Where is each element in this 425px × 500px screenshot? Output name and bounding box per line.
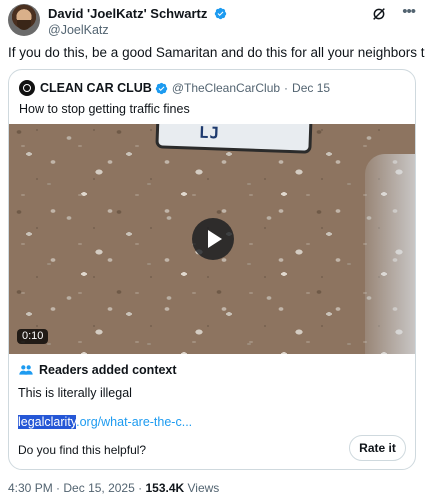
tweet-header: David 'JoelKatz' Schwartz @JoelKatz •••	[8, 4, 417, 40]
helpful-prompt: Do you find this helpful?	[18, 443, 147, 457]
quoted-author-name: CLEAN CAR CLUB	[40, 81, 152, 95]
quoted-author-avatar	[19, 80, 35, 96]
play-icon[interactable]	[192, 218, 234, 260]
meta-separator-2: ·	[138, 481, 143, 495]
community-note-link-selected[interactable]: legalclarity	[18, 415, 77, 429]
community-note-title: Readers added context	[39, 363, 177, 377]
community-note-link-rest[interactable]: .org/what-are-the-c...	[76, 415, 192, 429]
community-note-link[interactable]: legalclarity.org/what-are-the-c...	[18, 415, 192, 429]
author-name-block: David 'JoelKatz' Schwartz @JoelKatz	[48, 6, 227, 38]
quoted-tweet-header: CLEAN CAR CLUB @TheCleanCarClub · Dec 15	[19, 79, 330, 97]
more-icon[interactable]: •••	[402, 4, 416, 19]
community-note-header: Readers added context	[18, 362, 177, 378]
tweet-date[interactable]: Dec 15, 2025	[63, 481, 134, 495]
verified-badge-icon	[214, 7, 227, 20]
tweet-meta: 4:30 PM · Dec 15, 2025 · 153.4K Views	[8, 481, 219, 495]
license-plate-text: LJ	[198, 124, 221, 143]
author-handle[interactable]: @JoelKatz	[48, 22, 227, 38]
quoted-tweet-card[interactable]: CLEAN CAR CLUB @TheCleanCarClub · Dec 15…	[8, 69, 416, 470]
quoted-date: Dec 15	[292, 81, 331, 95]
grok-icon[interactable]	[371, 6, 387, 22]
views-label: Views	[187, 481, 220, 495]
rate-it-button[interactable]: Rate it	[349, 435, 406, 461]
quoted-author-handle: @TheCleanCarClub	[171, 81, 281, 95]
author-avatar[interactable]	[8, 4, 40, 36]
spray-bottle	[365, 154, 415, 354]
quoted-separator: ·	[284, 81, 289, 95]
tweet-time[interactable]: 4:30 PM	[8, 481, 53, 495]
community-note-body: This is literally illegal	[18, 386, 132, 400]
meta-separator: ·	[56, 481, 61, 495]
author-display-name-row[interactable]: David 'JoelKatz' Schwartz	[48, 6, 227, 22]
verified-badge-icon	[155, 82, 167, 94]
quoted-tweet-text: How to stop getting traffic fines	[19, 102, 190, 116]
community-notes-icon	[19, 365, 33, 375]
tweet-text: If you do this, be a good Samaritan and …	[8, 45, 425, 60]
video-player[interactable]: LJ 0:10	[9, 124, 415, 354]
views-count[interactable]: 153.4K	[145, 481, 184, 495]
author-display-name[interactable]: David 'JoelKatz' Schwartz	[48, 6, 207, 21]
community-note: Readers added context This is literally …	[9, 354, 415, 469]
video-duration-badge: 0:10	[17, 329, 49, 344]
